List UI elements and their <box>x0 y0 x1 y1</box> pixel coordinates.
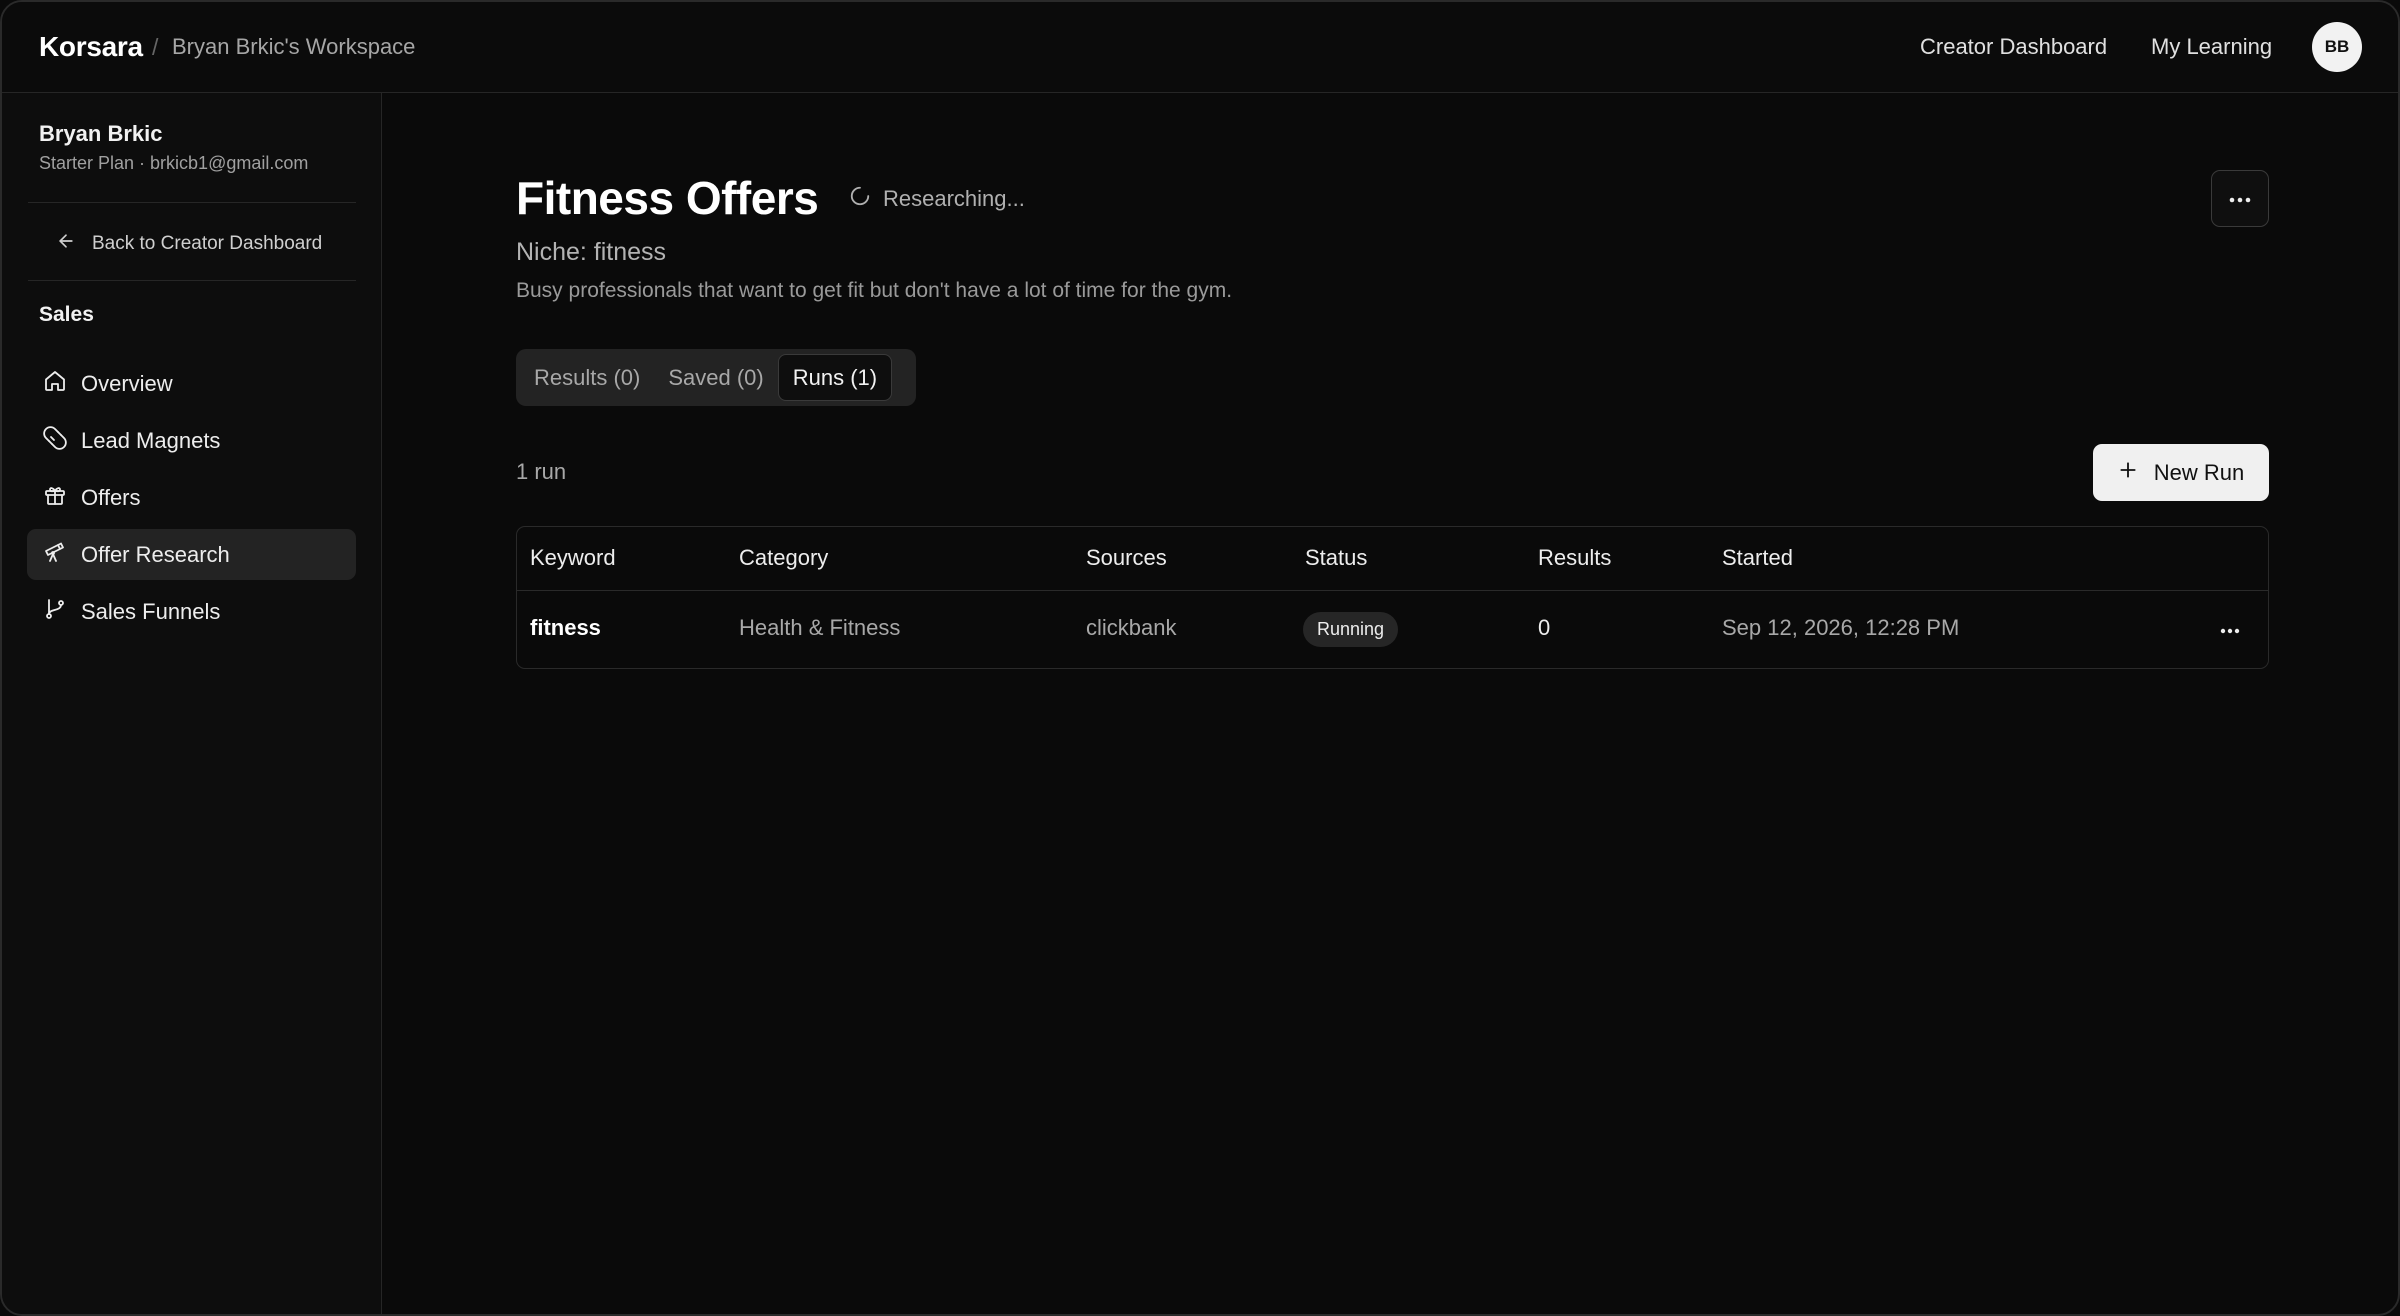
breadcrumb-separator: / <box>152 34 159 60</box>
run-count: 1 run <box>516 459 567 484</box>
brand-logo[interactable]: Korsara <box>39 31 143 63</box>
tab-bar: Results (0) Saved (0) Runs (1) <box>516 349 916 406</box>
nav-my-learning[interactable]: My Learning <box>2151 34 2272 60</box>
audience-description: Busy professionals that want to get fit … <box>516 279 1233 302</box>
sidebar-item-label: Offer Research <box>81 541 230 567</box>
cell-keyword: fitness <box>530 615 601 640</box>
back-to-dashboard-link[interactable]: Back to Creator Dashboard <box>56 231 322 257</box>
sidebar: Bryan Brkic Starter Plan · brkicb1@gmail… <box>2 93 382 1314</box>
cell-results: 0 <box>1538 615 1551 640</box>
ellipsis-icon <box>2229 190 2251 208</box>
status-badge: Running <box>1303 612 1399 647</box>
sidebar-item-offer-research[interactable]: Offer Research <box>27 529 356 580</box>
nav-creator-dashboard[interactable]: Creator Dashboard <box>1920 34 2107 60</box>
new-run-label: New Run <box>2153 459 2245 485</box>
app-window: Korsara / Bryan Brkic's Workspace Creato… <box>0 0 2400 1316</box>
column-header-started[interactable]: Started <box>1722 545 1793 571</box>
table-row[interactable]: fitness Health & Fitness clickbank Runni… <box>517 591 2268 668</box>
cell-sources: clickbank <box>1086 615 1177 640</box>
gift-icon <box>43 483 67 513</box>
ellipsis-icon <box>2220 621 2240 639</box>
arrow-left-icon <box>56 231 76 257</box>
new-run-button[interactable]: New Run <box>2093 444 2269 501</box>
sidebar-section-sales: Sales <box>39 303 94 326</box>
cell-started: Sep 12, 2026, 12:28 PM <box>1722 615 1960 640</box>
research-status: Researching... <box>849 185 1025 213</box>
git-branch-icon <box>43 597 67 627</box>
column-header-results[interactable]: Results <box>1538 545 1611 571</box>
tab-saved[interactable]: Saved (0) <box>654 354 777 401</box>
loading-spinner-icon <box>849 185 871 213</box>
cell-category: Health & Fitness <box>739 615 901 640</box>
user-name: Bryan Brkic <box>39 121 163 146</box>
tab-results[interactable]: Results (0) <box>520 354 654 401</box>
sidebar-item-label: Sales Funnels <box>81 598 221 624</box>
column-header-status[interactable]: Status <box>1305 545 1367 571</box>
sidebar-item-lead-magnets[interactable]: Lead Magnets <box>27 415 356 466</box>
sidebar-divider <box>28 202 356 203</box>
column-header-category[interactable]: Category <box>739 545 828 571</box>
niche-label: Niche: fitness <box>516 238 667 266</box>
home-icon <box>43 369 67 399</box>
status-text: Researching... <box>883 186 1025 211</box>
magnet-icon <box>43 425 67 456</box>
top-bar: Korsara / Bryan Brkic's Workspace Creato… <box>2 2 2398 93</box>
sidebar-item-overview[interactable]: Overview <box>27 358 356 409</box>
row-actions-button[interactable] <box>2211 611 2249 649</box>
main-content: Fitness Offers Researching... Niche: fit… <box>383 93 2398 1314</box>
sidebar-item-label: Offers <box>81 484 141 510</box>
back-link-label: Back to Creator Dashboard <box>92 233 323 254</box>
workspace-name[interactable]: Bryan Brkic's Workspace <box>172 34 415 60</box>
column-header-sources[interactable]: Sources <box>1086 545 1167 571</box>
more-options-button[interactable] <box>2211 170 2269 227</box>
plus-icon <box>2118 460 2138 486</box>
tab-runs[interactable]: Runs (1) <box>777 354 893 401</box>
column-header-keyword[interactable]: Keyword <box>530 545 616 571</box>
sidebar-item-label: Lead Magnets <box>81 427 221 453</box>
runs-table: Keyword Category Sources Status Results … <box>516 526 2269 669</box>
page-title: Fitness Offers <box>516 172 819 224</box>
sidebar-item-offers[interactable]: Offers <box>27 472 356 523</box>
sidebar-divider <box>28 280 356 281</box>
sidebar-item-sales-funnels[interactable]: Sales Funnels <box>27 586 356 637</box>
table-header: Keyword Category Sources Status Results … <box>517 527 2268 591</box>
sidebar-item-label: Overview <box>81 370 173 396</box>
avatar[interactable]: BB <box>2312 22 2362 72</box>
user-plan-email: Starter Plan · brkicb1@gmail.com <box>39 153 309 173</box>
telescope-icon <box>43 540 67 570</box>
